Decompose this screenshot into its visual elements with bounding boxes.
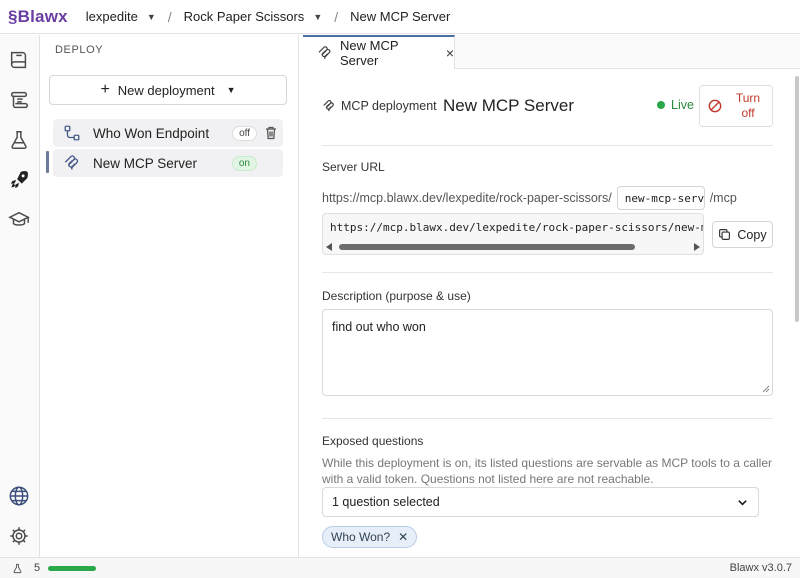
- scroll-left-icon[interactable]: [326, 243, 332, 251]
- panel-title: DEPLOY: [55, 44, 104, 56]
- description-textarea[interactable]: find out who won: [322, 309, 773, 396]
- url-prefix: https://mcp.blawx.dev/lexpedite/rock-pap…: [322, 191, 612, 205]
- full-url-box[interactable]: https://mcp.blawx.dev/lexpedite/rock-pap…: [322, 213, 704, 255]
- new-deployment-label: New deployment: [117, 82, 215, 98]
- scroll-right-icon[interactable]: [694, 243, 700, 251]
- description-value: find out who won: [332, 320, 426, 334]
- deployment-item-new-mcp-server[interactable]: New MCP Server on: [53, 149, 283, 177]
- turn-off-button[interactable]: Turn off: [699, 85, 773, 127]
- server-url-editor: https://mcp.blawx.dev/lexpedite/rock-pap…: [322, 186, 737, 210]
- flask-icon[interactable]: [8, 129, 30, 151]
- deploy-panel: DEPLOY + New deployment ▼ Who Won Endpoi…: [41, 35, 299, 557]
- status-bar: 5 Blawx v3.0.7: [0, 557, 800, 578]
- deployment-item-who-won-endpoint[interactable]: Who Won Endpoint off: [53, 119, 283, 147]
- status-badge: on: [231, 155, 257, 171]
- exposed-questions-help: While this deployment is on, its listed …: [322, 456, 772, 487]
- divider: [322, 145, 773, 146]
- rocket-icon[interactable]: [8, 169, 30, 191]
- gear-icon[interactable]: [8, 525, 30, 547]
- chevron-down-icon: [738, 500, 747, 506]
- full-url: https://mcp.blawx.dev/lexpedite/rock-pap…: [330, 221, 703, 234]
- new-deployment-button[interactable]: + New deployment ▼: [49, 75, 287, 105]
- caret-down-icon: ▼: [146, 11, 156, 22]
- blawx-logo[interactable]: §Blawx: [8, 7, 68, 27]
- chevron-down-icon: ▼: [226, 85, 236, 95]
- mcp-icon: [317, 45, 333, 61]
- tab-new-mcp-server[interactable]: New MCP Server ×: [303, 35, 455, 69]
- flask-icon: [12, 563, 23, 574]
- description-label: Description (purpose & use): [322, 289, 471, 303]
- caret-down-icon: ▼: [313, 11, 323, 22]
- copy-button[interactable]: Copy: [712, 221, 773, 248]
- graduation-cap-icon[interactable]: [8, 209, 30, 231]
- top-bar: §Blawx lexpedite ▼ / Rock Paper Scissors…: [0, 0, 800, 34]
- copy-label: Copy: [737, 227, 767, 242]
- test-progress-bar: [48, 565, 97, 571]
- resize-handle-icon[interactable]: [762, 385, 770, 393]
- mcp-icon: [63, 154, 83, 172]
- question-chip[interactable]: Who Won? ✕: [322, 526, 418, 548]
- deployment-type-label: MCP deployment: [341, 99, 437, 113]
- scrollbar-thumb[interactable]: [339, 244, 635, 250]
- divider: [322, 418, 773, 419]
- questions-select-value: 1 question selected: [332, 495, 440, 509]
- activity-rail: [0, 35, 40, 557]
- live-dot-icon: [657, 101, 665, 109]
- book-icon[interactable]: [8, 49, 30, 71]
- test-count: 5: [34, 562, 41, 574]
- tab-label: New MCP Server: [340, 38, 399, 68]
- test-progress-fill: [48, 565, 97, 571]
- remove-icon[interactable]: ✕: [398, 530, 408, 544]
- question-chip-label: Who Won?: [331, 530, 391, 544]
- endpoint-icon: [63, 124, 83, 142]
- deployment-item-label: Who Won Endpoint: [93, 125, 210, 141]
- scroll-icon[interactable]: [8, 89, 30, 111]
- deployment-type: MCP deployment: [322, 99, 437, 113]
- close-icon[interactable]: ×: [446, 45, 454, 61]
- globe-icon[interactable]: [8, 485, 30, 507]
- copy-icon: [719, 229, 731, 240]
- breadcrumb-current-label: New MCP Server: [350, 9, 451, 24]
- horizontal-scrollbar[interactable]: [323, 240, 703, 254]
- breadcrumb-separator: /: [167, 8, 172, 25]
- exposed-questions-label: Exposed questions: [322, 434, 424, 448]
- turn-off-label: Turn off: [735, 91, 761, 120]
- live-status: Live: [657, 98, 694, 112]
- questions-select[interactable]: 1 question selected: [322, 487, 759, 517]
- active-indicator: [46, 151, 49, 173]
- page-title: New MCP Server: [443, 96, 574, 115]
- url-suffix: /mcp: [709, 191, 737, 205]
- breadcrumb-ruleset[interactable]: Rock Paper Scissors ▼: [184, 9, 323, 24]
- trash-icon[interactable]: [265, 126, 277, 140]
- breadcrumb-project-label: lexpedite: [85, 9, 138, 24]
- slug-input[interactable]: new-mcp-server: [616, 186, 705, 210]
- ban-icon: [708, 99, 722, 113]
- tab-strip: New MCP Server ×: [303, 35, 800, 69]
- main-scrollbar-thumb[interactable]: [795, 76, 799, 322]
- divider: [322, 272, 773, 273]
- server-url-label: Server URL: [322, 160, 385, 174]
- breadcrumb-ruleset-label: Rock Paper Scissors: [183, 9, 305, 24]
- breadcrumb-current: New MCP Server: [350, 9, 450, 24]
- plus-icon: +: [100, 81, 110, 98]
- deployment-detail: MCP deployment New MCP Server Live Turn …: [303, 70, 793, 556]
- breadcrumb-separator: /: [334, 8, 339, 25]
- deployment-item-label: New MCP Server: [93, 155, 198, 171]
- mcp-icon: [322, 99, 336, 113]
- live-label: Live: [671, 98, 694, 112]
- breadcrumb-project[interactable]: lexpedite ▼: [86, 9, 156, 24]
- version-label: Blawx v3.0.7: [729, 562, 792, 574]
- status-badge: off: [232, 125, 257, 141]
